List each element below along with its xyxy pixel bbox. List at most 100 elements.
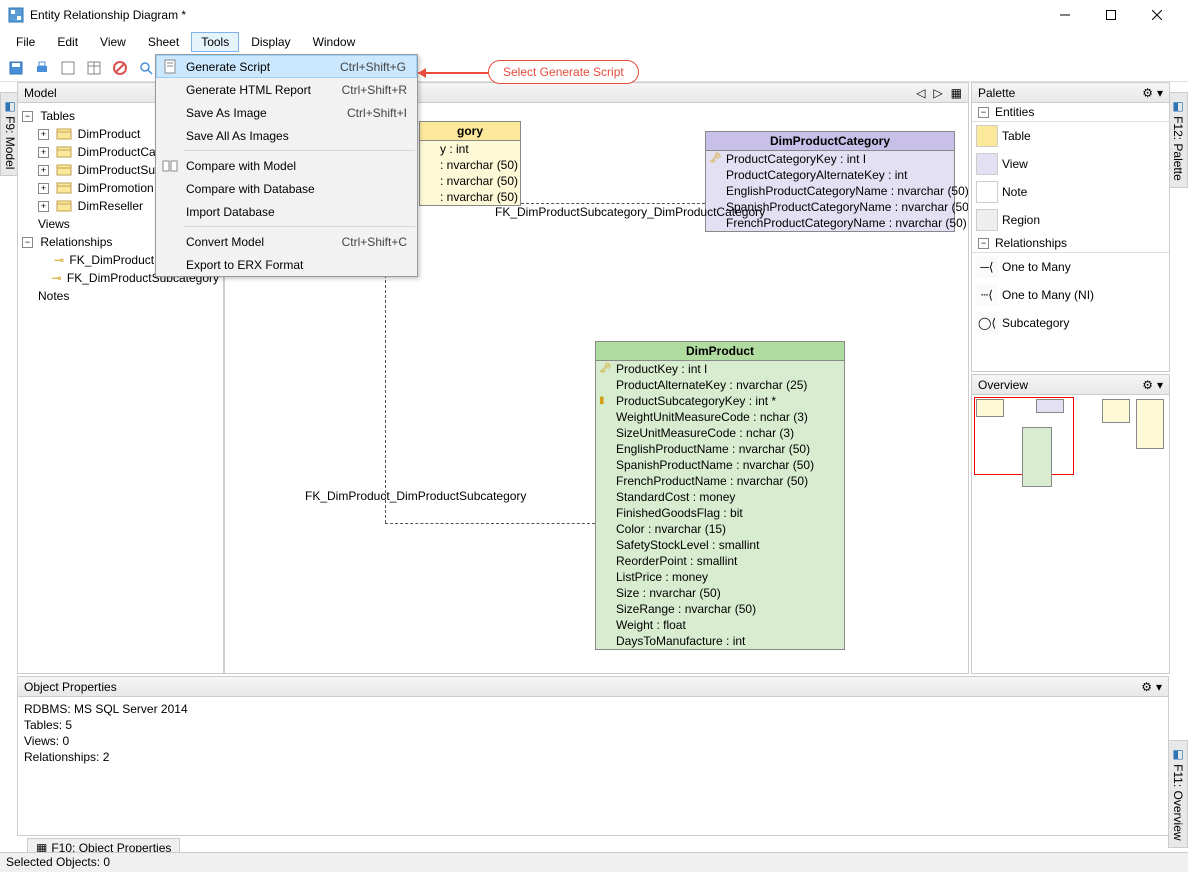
dd-convert-model[interactable]: Convert ModelCtrl+Shift+C: [156, 230, 417, 253]
entity-column: WeightUnitMeasureCode : nchar (3): [596, 409, 844, 425]
overview-body[interactable]: [972, 395, 1169, 673]
overview-entity: [1102, 399, 1130, 423]
menu-window[interactable]: Window: [303, 32, 366, 52]
menu-edit[interactable]: Edit: [47, 32, 88, 52]
property-line: Relationships: 2: [24, 749, 1162, 765]
dd-shortcut: Ctrl+Shift+G: [340, 60, 406, 74]
entity-column: SafetyStockLevel : smallint: [596, 537, 844, 553]
menu-file[interactable]: File: [6, 32, 45, 52]
dd-label: Generate Script: [186, 60, 270, 74]
tools-dropdown: Generate Script Ctrl+Shift+G Generate HT…: [155, 54, 418, 277]
window-icon[interactable]: [58, 58, 78, 78]
entity-column: StandardCost : money: [596, 489, 844, 505]
palette-rel-item[interactable]: ─⟨One to Many: [972, 253, 1169, 281]
relationship-label: FK_DimProductSubcategory_DimProductCateg…: [495, 205, 765, 219]
properties-header: Object Properties ⚙▾: [18, 677, 1168, 697]
close-button[interactable]: [1134, 0, 1180, 30]
minimize-icon[interactable]: ▾: [1157, 378, 1163, 392]
entity-column: ReorderPoint : smallint: [596, 553, 844, 569]
menubar: File Edit View Sheet Tools Display Windo…: [0, 30, 1188, 54]
overview-entity: [1036, 399, 1064, 413]
callout: Select Generate Script: [488, 60, 639, 84]
relationship-line: [385, 523, 595, 524]
minimize-icon[interactable]: ▾: [1156, 680, 1162, 694]
entity-column: SpanishProductName : nvarchar (50): [596, 457, 844, 473]
palette-entity-region[interactable]: Region: [972, 206, 1169, 234]
entity-column: FrenchProductName : nvarchar (50): [596, 473, 844, 489]
palette-entity-note[interactable]: Note: [972, 178, 1169, 206]
minimize-icon[interactable]: ▾: [1157, 86, 1163, 100]
menu-tools[interactable]: Tools: [191, 32, 239, 52]
overview-entity: [976, 399, 1004, 417]
palette-panel: Palette ⚙▾ −Entities TableViewNoteRegion…: [971, 82, 1170, 372]
dd-compare-database[interactable]: Compare with Database: [156, 177, 417, 200]
save-icon[interactable]: [6, 58, 26, 78]
right-side-tab-overview[interactable]: ◧ F11: Overview: [1168, 740, 1188, 848]
window-title: Entity Relationship Diagram *: [30, 8, 1042, 22]
palette-entity-table[interactable]: Table: [972, 122, 1169, 150]
property-line: Tables: 5: [24, 717, 1162, 733]
forbidden-icon[interactable]: [110, 58, 130, 78]
palette-entity-view[interactable]: View: [972, 150, 1169, 178]
menu-sheet[interactable]: Sheet: [138, 32, 189, 52]
dd-save-image[interactable]: Save As ImageCtrl+Shift+I: [156, 101, 417, 124]
nav-right-icon[interactable]: ▷: [933, 86, 942, 100]
entity-column: EnglishProductCategoryName : nvarchar (5…: [706, 183, 954, 199]
dd-save-all-images[interactable]: Save All As Images: [156, 124, 417, 147]
statusbar: Selected Objects: 0: [0, 852, 1188, 872]
menu-display[interactable]: Display: [241, 32, 300, 52]
palette-rel-item[interactable]: ◯⟨Subcategory: [972, 309, 1169, 337]
sheet-icon[interactable]: ▦: [951, 86, 962, 100]
entity-title: DimProductCategory: [706, 132, 954, 151]
callout-line: [418, 72, 488, 74]
entity-column: EnglishProductName : nvarchar (50): [596, 441, 844, 457]
maximize-button[interactable]: [1088, 0, 1134, 30]
entity-column: Weight : float: [596, 617, 844, 633]
dd-compare-model[interactable]: Compare with Model: [156, 154, 417, 177]
palette-section-relationships[interactable]: −Relationships: [972, 234, 1169, 253]
entity-column: SizeUnitMeasureCode : nchar (3): [596, 425, 844, 441]
property-line: RDBMS: MS SQL Server 2014: [24, 701, 1162, 717]
palette-header: Palette ⚙▾: [972, 83, 1169, 103]
entity-column: Size : nvarchar (50): [596, 585, 844, 601]
gear-icon[interactable]: ⚙: [1142, 86, 1153, 100]
overview-entity: [1136, 399, 1164, 449]
dd-generate-script[interactable]: Generate Script Ctrl+Shift+G: [156, 55, 417, 78]
nav-left-icon[interactable]: ◁: [916, 86, 925, 100]
palette-rel-item[interactable]: ┄⟨One to Many (NI): [972, 281, 1169, 309]
properties-panel: Object Properties ⚙▾ RDBMS: MS SQL Serve…: [17, 676, 1169, 836]
properties-body: RDBMS: MS SQL Server 2014Tables: 5Views:…: [18, 697, 1168, 769]
entity-subcategory[interactable]: gory y : int: nvarchar (50): nvarchar (5…: [419, 121, 521, 206]
entity-column: : nvarchar (50): [420, 173, 520, 189]
entity-column: ▮ProductSubcategoryKey : int *: [596, 393, 844, 409]
relationship-line: [521, 203, 705, 204]
table-icon[interactable]: [84, 58, 104, 78]
entity-column: : nvarchar (50): [420, 157, 520, 173]
entity-title: gory: [420, 122, 520, 141]
titlebar: Entity Relationship Diagram *: [0, 0, 1188, 30]
script-icon: [163, 59, 179, 75]
menu-view[interactable]: View: [90, 32, 136, 52]
dd-generate-html[interactable]: Generate HTML ReportCtrl+Shift+R: [156, 78, 417, 101]
dd-separator: [184, 226, 415, 227]
dd-separator: [184, 150, 415, 151]
tree-notes[interactable]: Notes: [22, 287, 219, 305]
gear-icon[interactable]: ⚙: [1142, 378, 1153, 392]
entity-column: y : int: [420, 141, 520, 157]
palette-section-entities[interactable]: −Entities: [972, 103, 1169, 122]
gear-icon[interactable]: ⚙: [1141, 680, 1152, 694]
entity-product[interactable]: DimProduct 🗝ProductKey : int IProductAlt…: [595, 341, 845, 650]
relationship-label: FK_DimProduct_DimProductSubcategory: [305, 489, 526, 503]
right-side-tab-palette[interactable]: ◧ F12: Palette: [1168, 92, 1188, 188]
entity-column: Color : nvarchar (15): [596, 521, 844, 537]
minimize-button[interactable]: [1042, 0, 1088, 30]
zoom-icon[interactable]: [136, 58, 156, 78]
entity-column: ProductCategoryAlternateKey : int: [706, 167, 954, 183]
entity-column: 🗝ProductCategoryKey : int I: [706, 151, 954, 167]
entity-title: DimProduct: [596, 342, 844, 361]
entity-column: SizeRange : nvarchar (50): [596, 601, 844, 617]
dd-import-database[interactable]: Import Database: [156, 200, 417, 223]
print-icon[interactable]: [32, 58, 52, 78]
dd-export-erx[interactable]: Export to ERX Format: [156, 253, 417, 276]
property-line: Views: 0: [24, 733, 1162, 749]
